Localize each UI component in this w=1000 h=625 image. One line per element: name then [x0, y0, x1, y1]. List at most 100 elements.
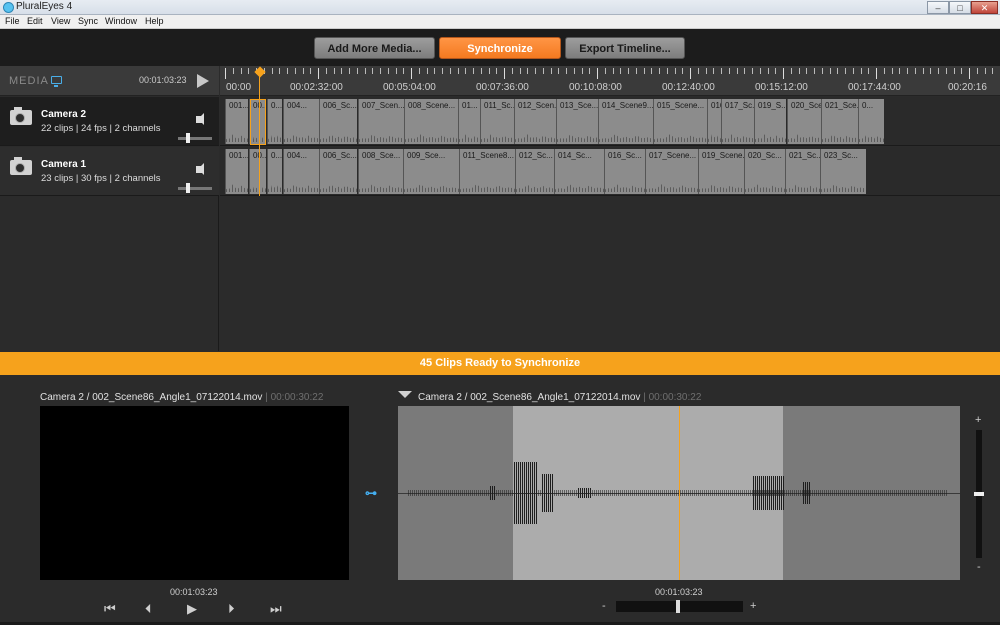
ruler-tick — [473, 68, 474, 74]
timeline-clip[interactable]: 014_Sc... — [554, 149, 604, 194]
monitor-icon[interactable] — [51, 76, 62, 87]
timeline-clip[interactable]: 006_Sc... — [319, 149, 357, 194]
timeline-clip[interactable]: 001... — [225, 99, 248, 144]
vertical-zoom-in[interactable]: + — [975, 414, 981, 426]
waveform-view[interactable] — [398, 406, 960, 580]
speaker-icon[interactable] — [196, 113, 204, 125]
track-header-empty-area — [0, 196, 219, 351]
synchronize-button[interactable]: Synchronize — [439, 37, 561, 59]
menu-edit[interactable]: Edit — [27, 16, 43, 26]
volume-knob[interactable] — [186, 133, 190, 143]
timeline-clip[interactable]: 017_Scene... — [645, 149, 698, 194]
clip-waveform — [788, 134, 821, 142]
zoom-in-button[interactable]: + — [750, 600, 756, 612]
ruler-tick — [597, 68, 598, 79]
link-icon[interactable]: ⊶ — [365, 486, 377, 500]
timeline-clip[interactable]: 004... — [283, 149, 319, 194]
export-timeline-button[interactable]: Export Timeline... — [565, 37, 685, 59]
step-forward-icon[interactable]: ⏵ — [228, 601, 235, 617]
timeline-clip[interactable]: 011_Sc... — [480, 99, 514, 144]
timeline-clip[interactable]: 023_Sc... — [820, 149, 866, 194]
ruler-tick — [697, 68, 699, 74]
clip-label: 019_S... — [758, 101, 786, 110]
timeline-clip[interactable]: 015_Scene... — [653, 99, 707, 144]
timeline-clip[interactable]: 013_Sce... — [556, 99, 602, 144]
speaker-icon[interactable] — [196, 163, 204, 175]
ruler-label: 00:20:16 — [948, 82, 987, 93]
horizontal-zoom-slider[interactable] — [616, 600, 743, 613]
ruler-tick — [558, 68, 560, 74]
step-back-icon[interactable]: ⏴ — [145, 601, 152, 617]
ruler-tick — [721, 68, 722, 74]
menu-window[interactable]: Window — [105, 16, 137, 26]
timeline-clip[interactable]: 019_S... — [754, 99, 786, 144]
volume-knob[interactable] — [186, 183, 190, 193]
timeline-clip[interactable]: 0... — [858, 99, 884, 144]
close-button[interactable]: ✕ — [971, 1, 998, 14]
ruler-tick — [325, 68, 327, 74]
timeline-clip[interactable]: 001... — [225, 149, 248, 194]
timeline-clip[interactable]: 012_Sc... — [515, 149, 554, 194]
menu-sync[interactable]: Sync — [78, 16, 98, 26]
slider-knob[interactable] — [974, 492, 984, 496]
slider-knob[interactable] — [676, 600, 680, 613]
timeline-clip[interactable]: 020_Sc... — [744, 149, 785, 194]
track-lane-camera-2[interactable]: 001...00...0...004...006_Sc...007_Scen..… — [220, 97, 1000, 146]
video-preview[interactable] — [40, 406, 349, 580]
timeline-ruler[interactable]: 00:00 00:02:32:00 00:05:04:00 00:07:36:0… — [220, 66, 1000, 96]
volume-slider[interactable] — [178, 137, 212, 140]
ruler-tick — [519, 68, 521, 74]
ruler-tick — [837, 68, 839, 74]
zoom-out-button[interactable]: - — [602, 600, 606, 612]
timeline-clip[interactable]: 008_Sce... — [358, 149, 403, 194]
sync-status-bar: 45 Clips Ready to Synchronize — [0, 352, 1000, 375]
timeline-clip[interactable]: 006_Sc... — [319, 99, 357, 144]
volume-slider[interactable] — [178, 187, 212, 190]
add-more-media-button[interactable]: Add More Media... — [314, 37, 435, 59]
timeline-clip[interactable]: 012_Scen... — [514, 99, 556, 144]
timeline-clip[interactable]: 016_Sc... — [604, 149, 645, 194]
play-button[interactable]: ▶ — [187, 601, 197, 617]
timeline-clip[interactable]: 020_Sce... — [787, 99, 821, 144]
clip-waveform — [599, 134, 653, 142]
track-header-camera-2[interactable]: Camera 2 22 clips | 24 fps | 2 channels — [0, 97, 219, 146]
timeline-clip[interactable]: 016... — [707, 99, 721, 144]
timeline-clip[interactable]: 004... — [283, 99, 319, 144]
track-lane-camera-1[interactable]: 001...00... 0... 004... 006_Sc... 008_Sce...… — [220, 147, 1000, 196]
ruler-tick — [814, 68, 815, 74]
menu-view[interactable]: View — [51, 16, 70, 26]
ruler-tick — [783, 68, 784, 79]
timeline-clip[interactable]: 011_Scene8... — [459, 149, 515, 194]
timeline-clip[interactable]: 007_Scen... — [358, 99, 404, 144]
timeline-clip[interactable]: 019_Scene... — [698, 149, 744, 194]
ruler-tick — [248, 68, 250, 74]
timeline-clip[interactable]: 0... — [267, 149, 282, 194]
timeline-clip[interactable]: 01... — [458, 99, 480, 144]
timeline-clip[interactable]: 021_Sce... — [821, 99, 858, 144]
collapse-triangle-icon[interactable] — [398, 391, 412, 398]
go-to-end-icon[interactable]: ⏭ — [270, 601, 282, 617]
clip-label: 01... — [462, 101, 478, 110]
menu-file[interactable]: File — [5, 16, 20, 26]
vertical-zoom-slider[interactable] — [974, 430, 984, 558]
track-info: 22 clips | 24 fps | 2 channels — [41, 123, 161, 134]
clip-waveform — [786, 184, 820, 192]
ruler-tick — [310, 68, 312, 74]
timeline-clip[interactable]: 0... — [267, 99, 282, 144]
minimize-button[interactable]: – — [927, 1, 949, 14]
timeline-clip[interactable]: 017_Sc... — [721, 99, 754, 144]
timeline-clip[interactable]: 00... — [249, 149, 266, 194]
menu-help[interactable]: Help — [145, 16, 164, 26]
timeline-clip[interactable]: 014_Scene9... — [598, 99, 653, 144]
ruler-tick — [705, 68, 707, 74]
timeline-clip[interactable]: 008_Scene... — [404, 99, 458, 144]
maximize-button[interactable]: □ — [949, 1, 971, 14]
timeline-clip[interactable]: 009_Sce... — [403, 149, 459, 194]
separator: | — [265, 392, 268, 403]
app-icon — [3, 2, 14, 13]
play-icon[interactable] — [197, 74, 209, 88]
go-to-start-icon[interactable]: ⏮ — [104, 601, 116, 617]
vertical-zoom-out[interactable]: - — [977, 561, 981, 573]
timeline-clip[interactable]: 021_Sc... — [785, 149, 820, 194]
track-header-camera-1[interactable]: Camera 1 23 clips | 30 fps | 2 channels — [0, 147, 219, 196]
